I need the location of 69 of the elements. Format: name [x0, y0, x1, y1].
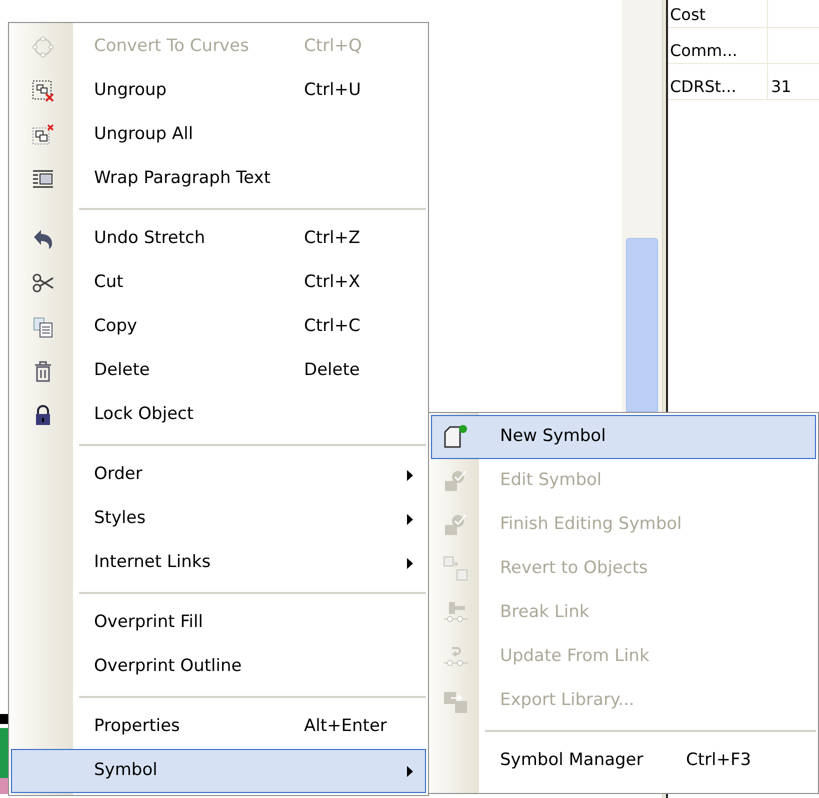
table-cell: Comm... — [670, 43, 738, 59]
menu-item[interactable]: Properties Alt+Enter — [11, 705, 426, 749]
ungroup-icon — [32, 80, 54, 102]
menu-item-label: Internet Links — [94, 552, 211, 572]
menu-item[interactable]: Styles — [11, 497, 426, 541]
menu-item-label: Finish Editing Symbol — [500, 514, 682, 534]
menu-item[interactable]: Ungroup All — [11, 113, 426, 157]
menu-item-label: Properties — [94, 716, 180, 736]
shortcut-label: Alt+Enter — [304, 716, 387, 736]
table-cell: Cost — [670, 7, 706, 23]
menu-item[interactable]: Overprint Fill — [11, 601, 426, 645]
menu-item-label: Ungroup All — [94, 124, 194, 144]
submenu-arrow-icon — [407, 558, 413, 568]
undo-icon — [32, 228, 54, 250]
shortcut-label: Ctrl+Q — [304, 36, 362, 56]
edit-symbol-icon — [443, 512, 469, 538]
trash-icon — [32, 360, 54, 382]
menu-item-label: Undo Stretch — [94, 228, 206, 248]
menu-item-label: Overprint Outline — [94, 656, 242, 676]
menu-item-label: Convert To Curves — [94, 36, 249, 56]
menu-item[interactable]: Symbol — [11, 749, 426, 793]
menu-item[interactable]: Overprint Outline — [11, 645, 426, 689]
menu-item[interactable]: Internet Links — [11, 541, 426, 585]
squares-arrow-icon — [443, 556, 469, 582]
menu-item-label: Export Library... — [500, 690, 634, 710]
menu-item-label: Update From Link — [500, 646, 650, 666]
menu-item-label: Order — [94, 464, 142, 484]
shortcut-label: Ctrl+Z — [304, 228, 360, 248]
wrap-text-icon — [32, 168, 54, 190]
menu-item-label: Revert to Objects — [500, 558, 648, 578]
menu-item[interactable]: Symbol Manager Ctrl+F3 — [431, 739, 816, 783]
menu-item-label: Symbol Manager — [500, 750, 644, 770]
menu-item[interactable]: Ungroup Ctrl+U — [11, 69, 426, 113]
shortcut-label: Delete — [304, 360, 360, 380]
shortcut-label: Ctrl+F3 — [686, 750, 752, 770]
menu-item[interactable]: Lock Object — [11, 393, 426, 437]
submenu-arrow-icon — [407, 514, 413, 524]
menu-item-label: Delete — [94, 360, 150, 380]
menu-item[interactable]: Order — [11, 453, 426, 497]
menu-item-label: New Symbol — [500, 426, 606, 446]
shortcut-label: Ctrl+C — [304, 316, 360, 336]
shortcut-label: Ctrl+X — [304, 272, 360, 292]
submenu-arrow-icon — [407, 766, 413, 776]
table-cell: CDRSt... — [670, 79, 736, 95]
shortcut-label: Ctrl+U — [304, 80, 361, 100]
menu-item-label: Lock Object — [94, 404, 194, 424]
menu-item-label: Copy — [94, 316, 138, 336]
new-symbol-icon — [443, 424, 469, 450]
submenu-arrow-icon — [407, 470, 413, 480]
menu-item-label: Break Link — [500, 602, 590, 622]
circle-nodes-icon — [32, 36, 54, 58]
table-cell: 31 — [771, 79, 792, 95]
menu-item-label: Symbol — [94, 760, 158, 780]
ungroup-all-icon — [32, 124, 54, 146]
edit-symbol-icon — [443, 468, 469, 494]
menu-item-label: Styles — [94, 508, 146, 528]
menu-item-label: Edit Symbol — [500, 470, 602, 490]
copy-icon — [32, 316, 54, 338]
menu-item-label: Ungroup — [94, 80, 167, 100]
menu-item-label: Overprint Fill — [94, 612, 203, 632]
scissors-icon — [32, 272, 54, 294]
menu-item-label: Cut — [94, 272, 124, 292]
menu-item[interactable]: Cut Ctrl+X — [11, 261, 426, 305]
menu-item[interactable]: Undo Stretch Ctrl+Z — [11, 217, 426, 261]
menu-item[interactable]: Wrap Paragraph Text — [11, 157, 426, 201]
menu-item[interactable]: Delete Delete — [11, 349, 426, 393]
menu-item-label: Wrap Paragraph Text — [94, 168, 271, 188]
menu-item[interactable]: Copy Ctrl+C — [11, 305, 426, 349]
menu-item[interactable]: New Symbol — [431, 415, 816, 459]
